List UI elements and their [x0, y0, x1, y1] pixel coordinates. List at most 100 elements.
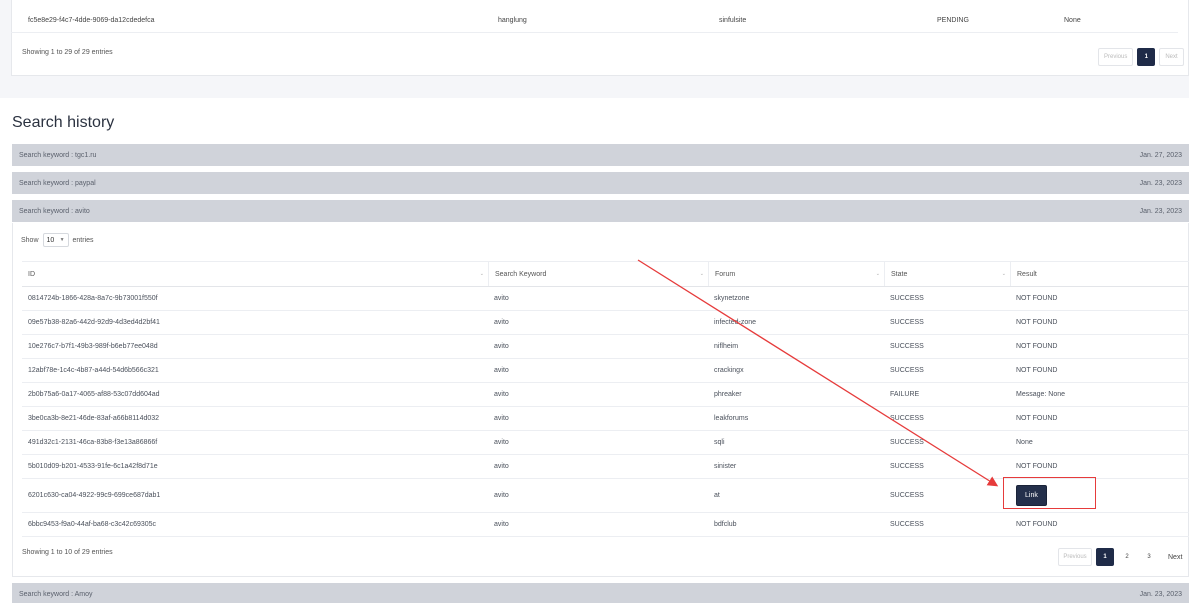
keyword-date: Jan. 23, 2023	[1139, 590, 1182, 598]
entries-select-value: 10	[46, 236, 55, 244]
cell-kw: avito	[494, 415, 509, 422]
keyword-accordion-amoy[interactable]: Search keyword : Amoy Jan. 23, 2023	[12, 583, 1189, 603]
cell-id: 10e276c7-b7f1-49b3-989f-b6eb77ee048d	[28, 343, 158, 350]
cell-keyword: hanglung	[498, 17, 527, 24]
table-row: 12abf78e-1c4c-4b87-a44d-54d6b566c321 avit…	[22, 359, 1189, 383]
next-page-button[interactable]: Next	[1162, 548, 1188, 566]
page-1-button[interactable]: 1	[1137, 48, 1156, 66]
cell-forum: at	[714, 492, 720, 499]
keyword-label: Search keyword : Amoy	[19, 590, 93, 598]
sort-icon: ⌄	[1001, 271, 1006, 277]
cell-kw: avito	[494, 492, 509, 499]
cell-id: 09e57b38-82a6-442d-92d9-4d3ed4d2bf41	[28, 319, 160, 326]
cell-kw: avito	[494, 343, 509, 350]
column-header-id[interactable]: ID ⌄	[22, 262, 488, 286]
column-label: State	[891, 270, 908, 278]
previous-page-button[interactable]: Previous	[1058, 548, 1092, 566]
column-header-result[interactable]: Result	[1010, 262, 1189, 286]
keyword-label: Search keyword : avito	[19, 207, 90, 215]
keyword-accordion-avito[interactable]: Search keyword : avito Jan. 23, 2023	[12, 200, 1189, 222]
cell-state: PENDING	[937, 17, 969, 24]
cell-forum: skynetzone	[714, 295, 750, 302]
cell-state: SUCCESS	[890, 415, 924, 422]
table-row: 3be0ca3b-8e21-46de-83af-a66b8114d032 avit…	[22, 407, 1189, 431]
page-title: Search history	[12, 114, 115, 131]
entries-select[interactable]: 10 ▼	[42, 233, 69, 247]
cell-id: 3be0ca3b-8e21-46de-83af-a66b8114d032	[28, 415, 160, 422]
previous-page-button[interactable]: Previous	[1098, 48, 1134, 66]
cell-result: NOT FOUND	[1016, 463, 1058, 470]
cell-id: 12abf78e-1c4c-4b87-a44d-54d6b566c321	[28, 367, 159, 374]
column-header-keyword[interactable]: Search Keyword ⌄	[488, 262, 708, 286]
page-1-button[interactable]: 1	[1096, 548, 1114, 566]
cell-state: SUCCESS	[890, 343, 924, 350]
page-3-button[interactable]: 3	[1140, 548, 1158, 566]
column-label: ID	[28, 270, 35, 278]
column-label: Result	[1017, 270, 1037, 278]
sort-icon: ⌄	[875, 271, 880, 277]
cell-kw: avito	[494, 367, 509, 374]
table-header: ID ⌄ Search Keyword ⌄ Forum ⌄ State ⌄ Result	[22, 261, 1189, 287]
cell-forum: niflheim	[714, 343, 739, 350]
sort-icon: ⌄	[479, 271, 484, 277]
cell-state: FAILURE	[890, 391, 920, 398]
table-row: 491d32c1-2131-46ca-83b8-f3e13a86866f avit…	[22, 431, 1189, 455]
keyword-date: Jan. 23, 2023	[1139, 207, 1182, 215]
pagination: Previous 1 2 3 Next	[1058, 548, 1188, 566]
cell-forum: phreaker	[714, 391, 742, 398]
cell-state: SUCCESS	[890, 492, 924, 499]
cell-kw: avito	[494, 391, 509, 398]
cell-forum: sinister	[714, 463, 737, 470]
keyword-accordion-paypal[interactable]: Search keyword : paypal Jan. 23, 2023	[12, 172, 1189, 194]
cell-kw: avito	[494, 319, 509, 326]
keyword-date: Jan. 23, 2023	[1139, 179, 1182, 187]
cell-forum: sqli	[714, 439, 725, 446]
column-header-forum[interactable]: Forum ⌄	[708, 262, 884, 286]
cell-kw: avito	[494, 463, 509, 470]
column-label: Search Keyword	[495, 270, 547, 278]
cell-forum: leakforums	[714, 415, 749, 422]
cell-forum: infected-zone	[714, 319, 757, 326]
cell-result: NOT FOUND	[1016, 521, 1058, 528]
keyword-label: Search keyword : tgc1.ru	[19, 151, 97, 159]
cell-id: 491d32c1-2131-46ca-83b8-f3e13a86866f	[28, 439, 158, 446]
cell-result: NOT FOUND	[1016, 367, 1058, 374]
cell-result: NOT FOUND	[1016, 319, 1058, 326]
cell-forum: sinfulsite	[719, 17, 747, 24]
cell-id: 5b010d09-b201-4533-91fe-6c1a42f8d71e	[28, 463, 158, 470]
column-label: Forum	[715, 270, 736, 278]
cell-kw: avito	[494, 295, 509, 302]
cell-state: SUCCESS	[890, 463, 924, 470]
entries-info: Showing 1 to 29 of 29 entries	[22, 49, 113, 56]
next-page-button[interactable]: Next	[1159, 48, 1184, 66]
cell-result: NOT FOUND	[1016, 343, 1058, 350]
column-header-state[interactable]: State ⌄	[884, 262, 1010, 286]
cell-result: Message: None	[1016, 391, 1066, 398]
keyword-date: Jan. 27, 2023	[1139, 151, 1182, 159]
keyword-label: Search keyword : paypal	[19, 179, 96, 187]
cell-result: None	[1016, 439, 1033, 446]
annotation-highlight-box	[1003, 477, 1096, 509]
cell-state: SUCCESS	[890, 319, 924, 326]
cell-result: None	[1064, 17, 1081, 24]
cell-forum: bdfclub	[714, 521, 737, 528]
table-row: 10e276c7-b7f1-49b3-989f-b6eb77ee048d avit…	[22, 335, 1189, 359]
entries-info: Showing 1 to 10 of 29 entries	[22, 549, 113, 556]
page-2-button[interactable]: 2	[1118, 548, 1136, 566]
cell-state: SUCCESS	[890, 367, 924, 374]
cell-kw: avito	[494, 439, 509, 446]
cell-kw: avito	[494, 521, 509, 528]
table-row: 0814724b-1866-428a-8a7c-9b73001f550f avit…	[22, 287, 1189, 311]
show-label: Show	[21, 236, 39, 244]
cell-state: SUCCESS	[890, 295, 924, 302]
sort-icon: ⌄	[699, 271, 704, 277]
cell-result: NOT FOUND	[1016, 295, 1058, 302]
pagination: Previous 1 Next	[1098, 48, 1184, 66]
chevron-down-icon: ▼	[59, 237, 65, 243]
keyword-accordion-tgc1[interactable]: Search keyword : tgc1.ru Jan. 27, 2023	[12, 144, 1189, 166]
cell-forum: crackingx	[714, 367, 744, 374]
entries-length-control: Show 10 ▼ entries	[21, 233, 94, 247]
cell-state: SUCCESS	[890, 439, 924, 446]
entries-label: entries	[72, 236, 94, 244]
cell-result: NOT FOUND	[1016, 415, 1058, 422]
